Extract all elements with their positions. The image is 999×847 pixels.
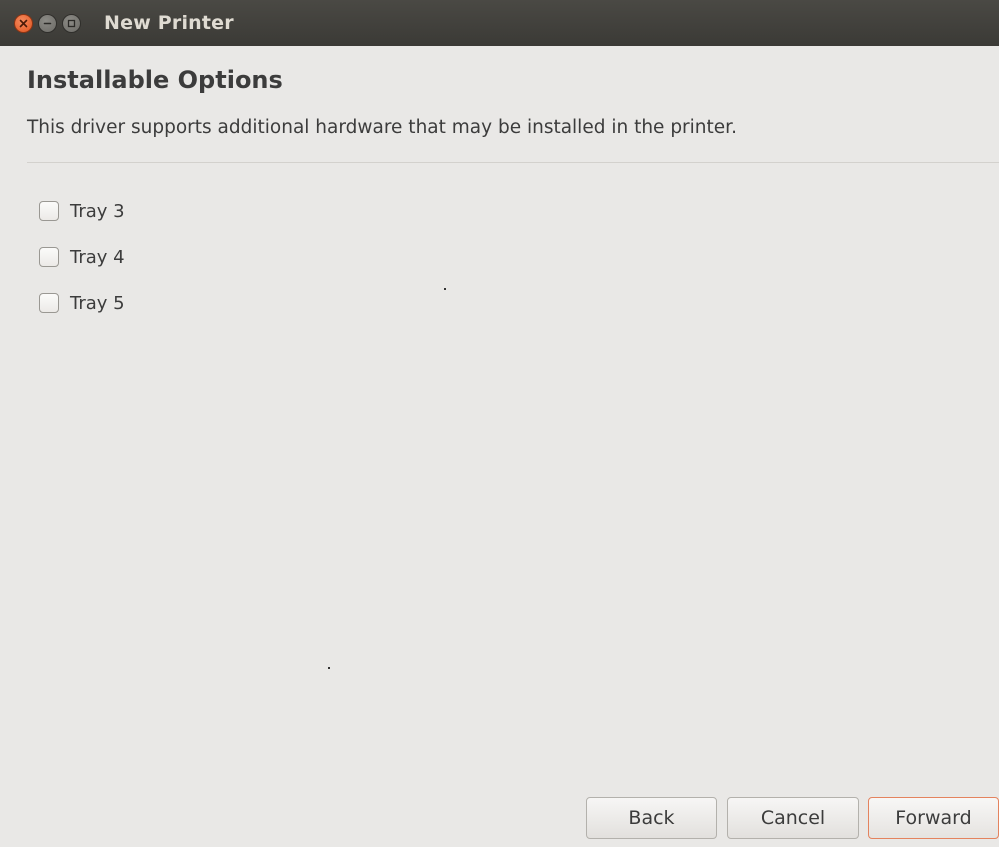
- tray-5-label: Tray 5: [70, 292, 125, 314]
- close-icon[interactable]: [14, 13, 33, 33]
- tray-3-label: Tray 3: [70, 200, 125, 222]
- window-title: New Printer: [104, 12, 234, 34]
- page-description: This driver supports additional hardware…: [27, 117, 737, 138]
- installable-options-list: Tray 3 Tray 4 Tray 5: [39, 188, 125, 326]
- minimize-icon[interactable]: [38, 13, 57, 33]
- tray-4-checkbox[interactable]: [39, 247, 59, 267]
- divider: [27, 162, 999, 163]
- option-tray-5[interactable]: Tray 5: [39, 280, 125, 326]
- stray-pixel: [328, 667, 330, 669]
- forward-button[interactable]: Forward: [868, 797, 999, 839]
- tray-5-checkbox[interactable]: [39, 293, 59, 313]
- new-printer-dialog: New Printer Installable Options This dri…: [0, 0, 999, 847]
- option-tray-3[interactable]: Tray 3: [39, 188, 125, 234]
- maximize-icon[interactable]: [62, 13, 81, 33]
- stray-pixel: [444, 288, 446, 290]
- option-tray-4[interactable]: Tray 4: [39, 234, 125, 280]
- tray-3-checkbox[interactable]: [39, 201, 59, 221]
- tray-4-label: Tray 4: [70, 246, 125, 268]
- page-title: Installable Options: [27, 66, 283, 94]
- back-button[interactable]: Back: [586, 797, 717, 839]
- title-bar[interactable]: New Printer: [0, 0, 999, 46]
- cancel-button[interactable]: Cancel: [727, 797, 859, 839]
